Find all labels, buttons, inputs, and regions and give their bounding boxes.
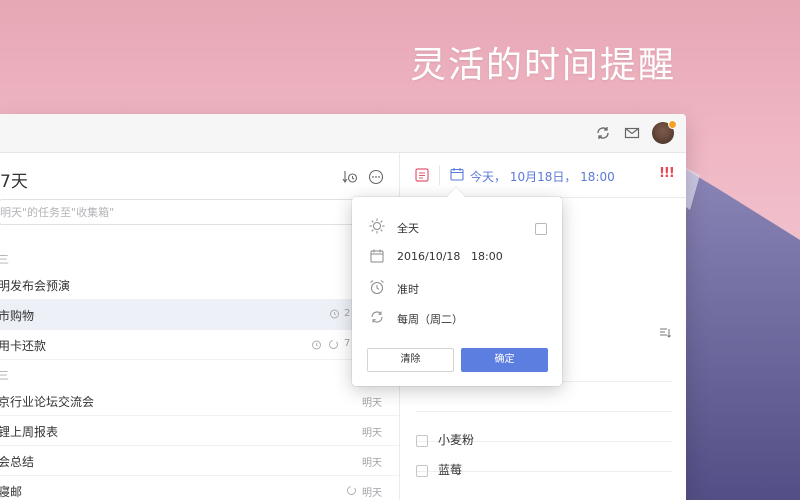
repeat-icon [371,311,383,323]
detail-toolbar: 今天， 10月18日， 18:00 !!! [400,153,686,198]
task-title: 市购物 [0,309,35,323]
calendar-icon[interactable] [450,167,464,181]
task-row-selected[interactable]: 市购物 2 [0,300,399,330]
checklist-item-label: 蓝莓 [438,463,463,477]
priority-indicator[interactable]: !!! [659,166,675,181]
task-row[interactable]: 用卡还款 7 [0,330,399,360]
date-picker-popover: 全天 2016/10/18 18:00 准时 每周（周二） 清除 确定 [352,187,562,386]
sync-icon[interactable] [594,124,612,142]
promo-headline: 灵活的时间提醒 [410,45,677,86]
task-meta: 明天 [362,398,382,409]
task-title: 用卡还款 [0,339,47,353]
list-title: 7天 [0,172,28,192]
time-value[interactable]: 18:00 [471,250,503,263]
confirm-button[interactable]: 确定 [461,348,548,372]
task-title: 明发布会预演 [0,279,71,293]
mail-icon[interactable] [623,124,641,142]
task-row[interactable]: 明发布会预演 [0,270,399,300]
calendar-icon [370,249,384,263]
task-row[interactable]: 会总结 明天 [0,446,399,476]
task-row[interactable]: 京行业论坛交流会 明天 [0,386,399,416]
date-value[interactable]: 2016/10/18 [397,250,460,263]
task-meta: 明天 [362,458,382,469]
checklist-item[interactable]: 小麦粉 [416,431,474,448]
task-title: 会总结 [0,455,35,469]
repeat-icon [329,340,338,349]
reminder-label: 准时 [397,283,419,296]
task-meta: 明天 [362,428,382,439]
section-header: 三 [0,369,9,382]
all-day-row[interactable]: 全天 [368,217,548,237]
task-list-panel: 7天 明天"的任务至"收集箱" 三 明发布会预演 市购物 2 用卡还款 7 三 … [0,153,400,500]
task-title: 锂上周报表 [0,425,59,439]
section-header: 三 [0,253,9,266]
task-title: 寝邮 [0,485,23,499]
reminder-row[interactable]: 准时 [368,278,548,298]
alarm-icon [370,280,384,294]
more-options-icon[interactable] [368,169,384,185]
sun-icon [369,218,385,234]
all-day-label: 全天 [397,222,419,235]
repeat-icon [347,486,356,495]
alarm-icon [330,309,339,319]
task-row[interactable]: 锂上周报表 明天 [0,416,399,446]
checklist-item-label: 小麦粉 [438,433,475,447]
task-meta: 2 [344,308,351,319]
repeat-label: 每周（周二） [397,313,463,326]
alarm-icon [312,340,321,350]
date-time-row[interactable]: 2016/10/18 18:00 [368,247,548,267]
checklist-item[interactable]: 蓝莓 [416,461,462,478]
task-meta: 7 [344,338,351,349]
task-row[interactable]: 寝邮 明天 [0,476,399,500]
notification-dot [668,120,677,129]
task-title: 京行业论坛交流会 [0,395,95,409]
toolbar-divider [439,165,440,185]
checkbox[interactable] [416,464,428,477]
checkbox[interactable] [416,434,428,447]
list-color-icon[interactable] [415,168,429,182]
divider [416,411,672,412]
repeat-row[interactable]: 每周（周二） [368,308,548,328]
sort-by-time-icon[interactable] [342,169,358,185]
add-task-input[interactable]: 明天"的任务至"收集箱" [0,199,374,225]
title-bar [0,114,686,153]
sort-list-icon[interactable] [659,327,671,339]
due-date-text[interactable]: 今天， 10月18日， 18:00 [470,168,615,185]
task-meta: 明天 [362,488,382,499]
clear-button[interactable]: 清除 [367,348,454,372]
all-day-checkbox[interactable] [535,223,547,235]
app-window: 7天 明天"的任务至"收集箱" 三 明发布会预演 市购物 2 用卡还款 7 三 … [0,114,686,500]
